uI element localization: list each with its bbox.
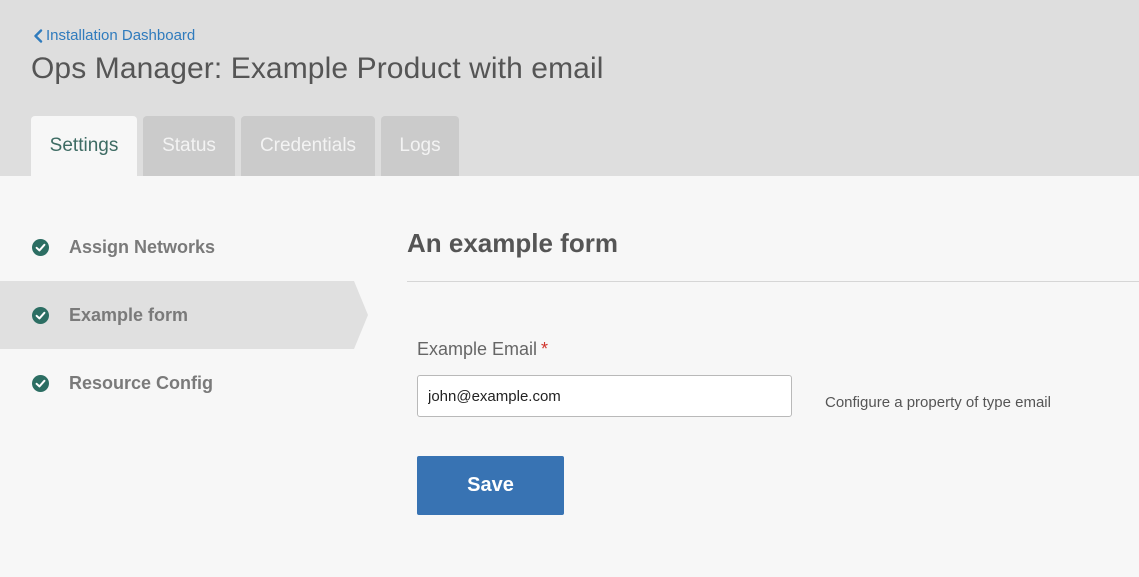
form-divider bbox=[407, 281, 1139, 282]
email-field-label: Example Email * bbox=[417, 339, 548, 360]
breadcrumb[interactable]: Installation Dashboard bbox=[33, 27, 195, 44]
sidebar-item-resource-config[interactable]: Resource Config bbox=[0, 349, 370, 417]
page-title: Ops Manager: Example Product with email bbox=[31, 52, 604, 85]
sidebar-item-label: Resource Config bbox=[69, 372, 214, 393]
check-circle-icon bbox=[32, 238, 49, 256]
breadcrumb-link[interactable]: Installation Dashboard bbox=[46, 27, 195, 44]
tab-bar: Settings Status Credentials Logs bbox=[31, 116, 459, 176]
page-header: Installation Dashboard Ops Manager: Exam… bbox=[0, 0, 1139, 176]
sidebar-item-assign-networks[interactable]: Assign Networks bbox=[0, 213, 370, 281]
tab-status[interactable]: Status bbox=[143, 116, 235, 176]
sidebar-item-example-form[interactable]: Example form bbox=[0, 281, 370, 349]
sidebar: Assign Networks Example form Resource Co… bbox=[0, 213, 370, 417]
sidebar-item-label: Assign Networks bbox=[69, 236, 216, 257]
chevron-left-icon bbox=[34, 28, 43, 43]
form-title: An example form bbox=[407, 228, 618, 258]
tab-logs[interactable]: Logs bbox=[381, 116, 459, 176]
sidebar-item-label: Example form bbox=[69, 304, 189, 325]
required-marker: * bbox=[541, 339, 549, 359]
email-help-text: Configure a property of type email bbox=[825, 394, 1051, 411]
tab-settings[interactable]: Settings bbox=[31, 116, 137, 176]
check-circle-icon bbox=[32, 374, 49, 392]
email-label-text: Example Email bbox=[417, 339, 538, 359]
check-circle-icon bbox=[32, 306, 49, 324]
tab-credentials[interactable]: Credentials bbox=[241, 116, 375, 176]
save-button[interactable]: Save bbox=[417, 456, 564, 515]
email-field[interactable] bbox=[417, 375, 792, 417]
